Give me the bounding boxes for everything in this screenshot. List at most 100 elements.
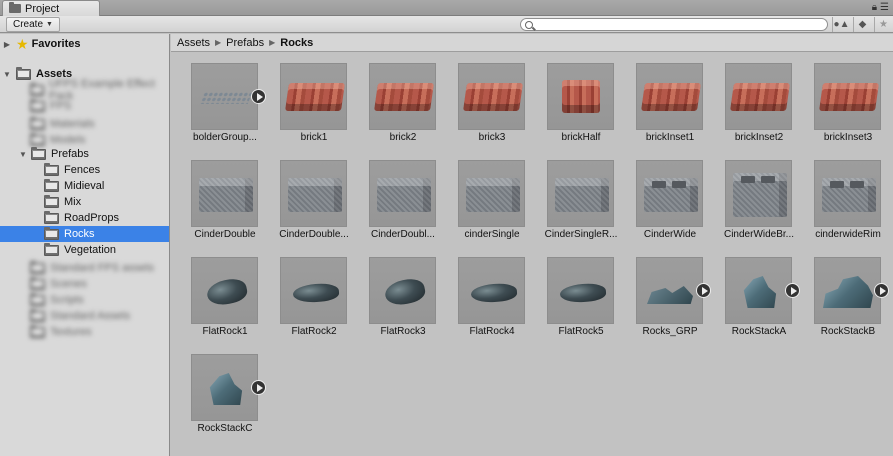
asset-tile[interactable]: cinderSingle bbox=[438, 150, 526, 242]
tab-controls: 🔒︎ ☰ bbox=[872, 2, 889, 13]
filter-by-label-button[interactable]: ◆ bbox=[853, 17, 871, 32]
folder-icon bbox=[44, 210, 59, 224]
expand-arrow-icon[interactable]: ▶ bbox=[2, 40, 12, 49]
asset-thumbnail bbox=[725, 160, 792, 227]
shapes-icon: ●▲ bbox=[833, 19, 850, 30]
folder-icon bbox=[9, 2, 21, 13]
asset-tile[interactable]: brickInset2 bbox=[705, 53, 793, 145]
asset-tile[interactable]: FlatRock2 bbox=[260, 247, 348, 339]
asset-tile[interactable]: brick1 bbox=[260, 53, 348, 145]
folder-icon bbox=[30, 276, 45, 290]
tree-item-blurred[interactable]: Materials bbox=[0, 116, 169, 132]
asset-tile[interactable]: bolderGroup... bbox=[171, 53, 266, 145]
filter-by-type-button[interactable]: ●▲ bbox=[832, 17, 850, 32]
asset-tile[interactable]: Rocks_GRP bbox=[616, 247, 711, 339]
asset-thumbnail bbox=[547, 257, 614, 324]
asset-tile[interactable]: CinderWide bbox=[616, 150, 704, 242]
asset-tile[interactable]: RockStackA bbox=[705, 247, 800, 339]
tree-item-label: Materials bbox=[50, 118, 95, 130]
asset-tile[interactable]: RockStackB bbox=[794, 247, 889, 339]
tree-item-vegetation[interactable]: Vegetation bbox=[0, 242, 169, 258]
folder-tree: ▶ ★ Favorites ▼ Assets UFPS Example Effe… bbox=[0, 34, 170, 456]
tree-item-blurred[interactable]: FPS bbox=[0, 98, 169, 114]
star-icon: ★ bbox=[16, 36, 29, 52]
breadcrumb-item[interactable]: Prefabs bbox=[226, 37, 264, 49]
asset-tile[interactable]: brick2 bbox=[349, 53, 437, 145]
tree-item-favorites[interactable]: ▶ ★ Favorites bbox=[0, 36, 169, 52]
asset-tile[interactable]: brickHalf bbox=[527, 53, 615, 145]
asset-thumbnail bbox=[636, 257, 703, 324]
asset-thumbnail bbox=[814, 160, 881, 227]
tree-item-midieval[interactable]: Midieval bbox=[0, 178, 169, 194]
asset-tile[interactable]: brick3 bbox=[438, 53, 526, 145]
folder-icon bbox=[44, 226, 59, 240]
tree-item-rocks[interactable]: Rocks bbox=[0, 226, 169, 242]
asset-tile[interactable]: FlatRock5 bbox=[527, 247, 615, 339]
expand-prefab-play-icon[interactable] bbox=[874, 283, 889, 298]
expand-prefab-play-icon[interactable] bbox=[251, 380, 266, 395]
search-input[interactable] bbox=[537, 19, 817, 30]
tree-item-blurred[interactable]: Standard Assets bbox=[0, 308, 169, 324]
asset-label: RockStackC bbox=[197, 423, 253, 434]
breadcrumb-item[interactable]: Assets bbox=[177, 37, 210, 49]
asset-tile[interactable]: FlatRock4 bbox=[438, 247, 526, 339]
create-button[interactable]: Create ▼ bbox=[6, 17, 60, 32]
folder-icon bbox=[30, 82, 44, 96]
folder-icon bbox=[30, 260, 45, 274]
asset-thumbnail bbox=[458, 160, 525, 227]
asset-thumbnail bbox=[191, 257, 258, 324]
asset-thumbnail bbox=[458, 63, 525, 130]
create-button-label: Create bbox=[13, 19, 44, 30]
asset-tile[interactable]: cinderwideRim bbox=[794, 150, 882, 242]
asset-tile[interactable]: CinderSingleR... bbox=[527, 150, 617, 242]
tree-item-label: Prefabs bbox=[51, 148, 89, 160]
favorites-button[interactable]: ★ bbox=[874, 17, 892, 32]
asset-tile[interactable]: CinderWideBr... bbox=[705, 150, 794, 242]
asset-tile[interactable]: FlatRock3 bbox=[349, 247, 437, 339]
asset-tile[interactable]: FlatRock1 bbox=[171, 247, 259, 339]
tree-item-blurred[interactable]: UFPS Example Effect Pack bbox=[0, 78, 169, 102]
collapse-arrow-icon[interactable]: ▼ bbox=[2, 70, 12, 79]
folder-icon bbox=[44, 194, 59, 208]
tree-item-blurred[interactable]: Textures bbox=[0, 324, 169, 340]
folder-icon bbox=[44, 242, 59, 256]
asset-label: RockStackB bbox=[820, 326, 876, 337]
tab-bar: Project 🔒︎ ☰ bbox=[0, 0, 893, 16]
tab-project[interactable]: Project bbox=[2, 0, 100, 16]
collapse-arrow-icon[interactable]: ▼ bbox=[18, 150, 28, 159]
tree-item-label: Rocks bbox=[64, 228, 95, 240]
folder-icon bbox=[30, 116, 45, 130]
asset-tile[interactable]: CinderDouble bbox=[171, 150, 259, 242]
folder-icon bbox=[30, 324, 45, 338]
lock-icon[interactable]: 🔒︎ bbox=[872, 2, 877, 13]
breadcrumb-current[interactable]: Rocks bbox=[280, 37, 313, 49]
tree-item-blurred[interactable]: Scripts bbox=[0, 292, 169, 308]
asset-tile[interactable]: brickInset1 bbox=[616, 53, 704, 145]
tree-item-label: Standard FPS assets bbox=[50, 262, 154, 274]
chevron-right-icon: ▶ bbox=[215, 38, 222, 47]
asset-thumbnail bbox=[369, 63, 436, 130]
tree-item-label: Vegetation bbox=[64, 244, 116, 256]
asset-thumbnail bbox=[369, 160, 436, 227]
asset-thumbnail bbox=[458, 257, 525, 324]
asset-label: brickInset3 bbox=[823, 132, 873, 143]
tree-item-fences[interactable]: Fences bbox=[0, 162, 169, 178]
toolbar: Create ▼ ●▲ ◆ ★ bbox=[0, 16, 893, 33]
tree-item-mix[interactable]: Mix bbox=[0, 194, 169, 210]
search-box[interactable] bbox=[520, 18, 828, 31]
tree-item-blurred[interactable]: Scenes bbox=[0, 276, 169, 292]
panel-menu-icon[interactable]: ☰ bbox=[880, 2, 889, 13]
folder-icon bbox=[44, 178, 59, 192]
asset-tile[interactable]: CinderDouble... bbox=[260, 150, 349, 242]
asset-tile[interactable]: brickInset3 bbox=[794, 53, 882, 145]
asset-tile[interactable]: CinderDoubl... bbox=[349, 150, 437, 242]
tree-item-label: Textures bbox=[50, 326, 92, 338]
asset-thumbnail bbox=[636, 63, 703, 130]
tree-item-roadprops[interactable]: RoadProps bbox=[0, 210, 169, 226]
asset-thumbnail bbox=[547, 63, 614, 130]
asset-tile[interactable]: RockStackC bbox=[171, 344, 266, 436]
tree-item-prefabs[interactable]: ▼ Prefabs bbox=[0, 146, 169, 162]
tree-item-label: Models bbox=[50, 134, 86, 146]
asset-grid: bolderGroup... brick1 brick2 brick3 brickHal… bbox=[171, 53, 893, 456]
tree-item-blurred[interactable]: Standard FPS assets bbox=[0, 260, 169, 276]
